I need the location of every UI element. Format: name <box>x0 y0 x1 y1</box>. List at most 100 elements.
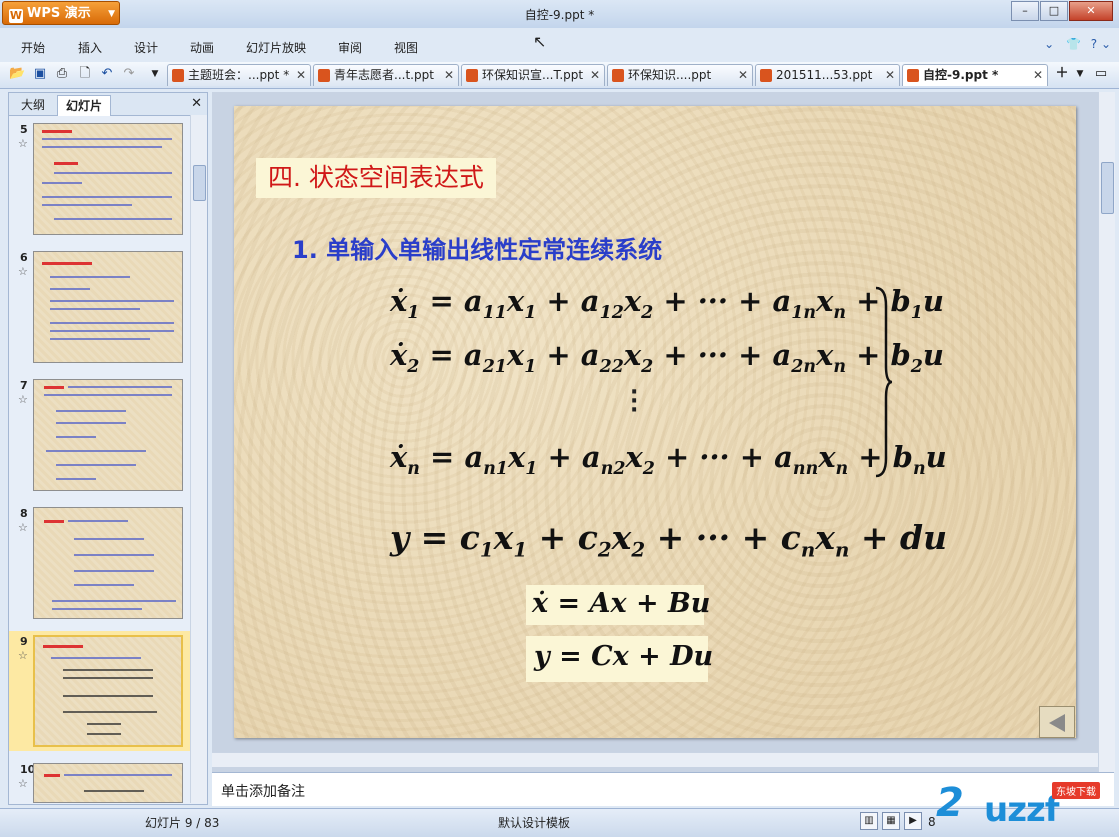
thumb-line <box>68 386 172 388</box>
menu-design[interactable]: 设计 <box>134 39 158 56</box>
right-brace-icon <box>875 286 892 478</box>
panel-tabs: 大纲 幻灯片 ✕ <box>9 93 207 116</box>
slide-thumbnail[interactable] <box>33 251 183 363</box>
print-preview-icon[interactable]: 🗋 <box>77 66 93 82</box>
ppt-file-icon <box>760 69 772 82</box>
thumb-line <box>42 182 82 184</box>
customize-toolbar-icon[interactable]: ▼ <box>147 66 163 82</box>
close-tab-icon[interactable]: ✕ <box>885 65 895 86</box>
thumb-line <box>42 204 132 206</box>
redo-icon[interactable]: ↷ <box>121 66 137 82</box>
tab-list-dropdown-icon[interactable]: ▼ <box>1072 66 1088 82</box>
doc-tab-label: 自控-9.ppt * <box>923 68 999 82</box>
thumb-line <box>52 600 176 602</box>
notes-placeholder[interactable]: 单击添加备注 <box>221 781 305 801</box>
thumb-line <box>74 554 154 556</box>
state-equation-n: ẋn = an1x1 + an2x2 + ··· + annxn + bnu <box>390 440 947 479</box>
menu-insert[interactable]: 插入 <box>78 39 102 56</box>
maximize-button[interactable]: □ <box>1040 1 1068 21</box>
animation-star-icon: ☆ <box>18 137 28 150</box>
state-equation-1: ẋ1 = a11x1 + a12x2 + ··· + a1nxn + b1u <box>390 284 944 323</box>
ppt-file-icon <box>907 69 919 82</box>
title-bar: W WPS 演示 ▼ 自控-9.ppt * – □ ✕ <box>0 0 1119 28</box>
zoom-level[interactable]: 8 <box>928 815 936 829</box>
watermark-logo-icon: 2 <box>936 780 964 826</box>
tab-outline[interactable]: 大纲 <box>13 95 53 115</box>
slide-sorter-view-icon[interactable]: ▦ <box>882 812 900 830</box>
thumb-line <box>56 464 136 466</box>
design-template-name: 默认设计模板 <box>498 816 571 830</box>
ppt-file-icon <box>466 69 478 82</box>
thumb-line <box>68 520 128 522</box>
vertical-ellipsis: · · · <box>630 380 639 423</box>
thumb-line <box>84 790 144 792</box>
close-tab-icon[interactable]: ✕ <box>738 65 748 86</box>
thumb-line <box>63 695 153 697</box>
thumb-line <box>50 308 140 310</box>
doc-tab-2[interactable]: 青年志愿者...t.ppt ✕ <box>313 64 459 86</box>
vertical-scrollbar[interactable] <box>1098 92 1115 772</box>
doc-tab-1[interactable]: 主题班会：...ppt * ✕ <box>167 64 311 86</box>
chevron-down-icon[interactable]: ⌄ <box>1044 37 1054 51</box>
slide-thumbnail[interactable] <box>33 763 183 803</box>
subtitle[interactable]: 1. 单输入单输出线性定常连续系统 <box>292 230 662 265</box>
panel-scrollbar[interactable] <box>190 115 207 803</box>
close-panel-icon[interactable]: ✕ <box>191 96 202 111</box>
print-icon[interactable]: ⎙ <box>54 66 70 82</box>
thumb-line <box>46 450 146 452</box>
thumb-line <box>50 330 174 332</box>
chevron-down-icon[interactable]: ⌄ <box>1101 37 1111 51</box>
doc-tab-label: 201511...53.ppt <box>776 68 873 82</box>
previous-slide-button[interactable] <box>1039 706 1075 738</box>
close-button[interactable]: ✕ <box>1069 1 1113 21</box>
window-layout-icon[interactable]: ▭ <box>1093 66 1109 82</box>
help-icon[interactable]: ? <box>1091 37 1097 51</box>
doc-tab-4[interactable]: 环保知识....ppt ✕ <box>607 64 753 86</box>
doc-tab-label: 环保知识....ppt <box>628 68 712 82</box>
thumb-line <box>42 130 72 133</box>
menu-home[interactable]: 开始 <box>21 39 45 56</box>
slides-panel: 大纲 幻灯片 ✕ 5 ☆ 6 ☆ 7 ☆ 8 ☆ 9 ☆ 10 ☆ <box>8 92 208 805</box>
slide-thumbnail[interactable] <box>33 123 183 235</box>
doc-tab-3[interactable]: 环保知识宣...T.ppt ✕ <box>461 64 605 86</box>
slide-thumbnail[interactable] <box>33 507 183 619</box>
normal-view-icon[interactable]: ▥ <box>860 812 878 830</box>
thumb-line <box>63 711 157 713</box>
undo-icon[interactable]: ↶ <box>99 66 115 82</box>
thumb-line <box>87 723 121 725</box>
menu-review[interactable]: 审阅 <box>338 39 362 56</box>
minimize-button[interactable]: – <box>1011 1 1039 21</box>
close-tab-icon[interactable]: ✕ <box>296 65 306 86</box>
slide-number: 8 <box>20 507 28 520</box>
menu-view[interactable]: 视图 <box>394 39 418 56</box>
slide-thumbnail[interactable] <box>33 379 183 491</box>
skin-icon[interactable]: 👕 <box>1066 37 1081 51</box>
ppt-file-icon <box>318 69 330 82</box>
save-icon[interactable]: ▣ <box>32 66 48 82</box>
slide-thumbnail-row-selected[interactable]: 9 ☆ <box>9 631 191 751</box>
menu-animation[interactable]: 动画 <box>190 39 214 56</box>
thumb-line <box>54 162 78 165</box>
slide[interactable]: 四. 状态空间表达式 1. 单输入单输出线性定常连续系统 ẋ1 = a11x1 … <box>234 106 1076 738</box>
scrollbar-thumb[interactable] <box>1101 162 1114 214</box>
output-equation: y = c1x1 + c2x2 + ··· + cnxn + du <box>390 518 948 562</box>
thumb-line <box>44 386 64 389</box>
slide-thumbnail[interactable] <box>33 635 183 747</box>
animation-star-icon: ☆ <box>18 265 28 278</box>
horizontal-scrollbar[interactable] <box>212 752 1098 767</box>
slideshow-view-icon[interactable]: ▶ <box>904 812 922 830</box>
section-title[interactable]: 四. 状态空间表达式 <box>256 158 496 198</box>
open-folder-icon[interactable]: 📂 <box>9 66 25 82</box>
close-tab-icon[interactable]: ✕ <box>590 65 600 86</box>
menu-slideshow[interactable]: 幻灯片放映 <box>246 39 306 56</box>
close-tab-icon[interactable]: ✕ <box>444 65 454 86</box>
new-tab-icon[interactable]: ＋ <box>1054 66 1070 82</box>
thumb-line <box>44 394 172 396</box>
thumb-line <box>43 645 83 648</box>
close-tab-icon[interactable]: ✕ <box>1033 65 1043 86</box>
tab-slides[interactable]: 幻灯片 <box>57 95 112 116</box>
doc-tab-5[interactable]: 201511...53.ppt ✕ <box>755 64 900 86</box>
doc-tab-active[interactable]: 自控-9.ppt * ✕ <box>902 64 1048 86</box>
scrollbar-thumb[interactable] <box>193 165 206 201</box>
thumb-line <box>64 774 172 776</box>
